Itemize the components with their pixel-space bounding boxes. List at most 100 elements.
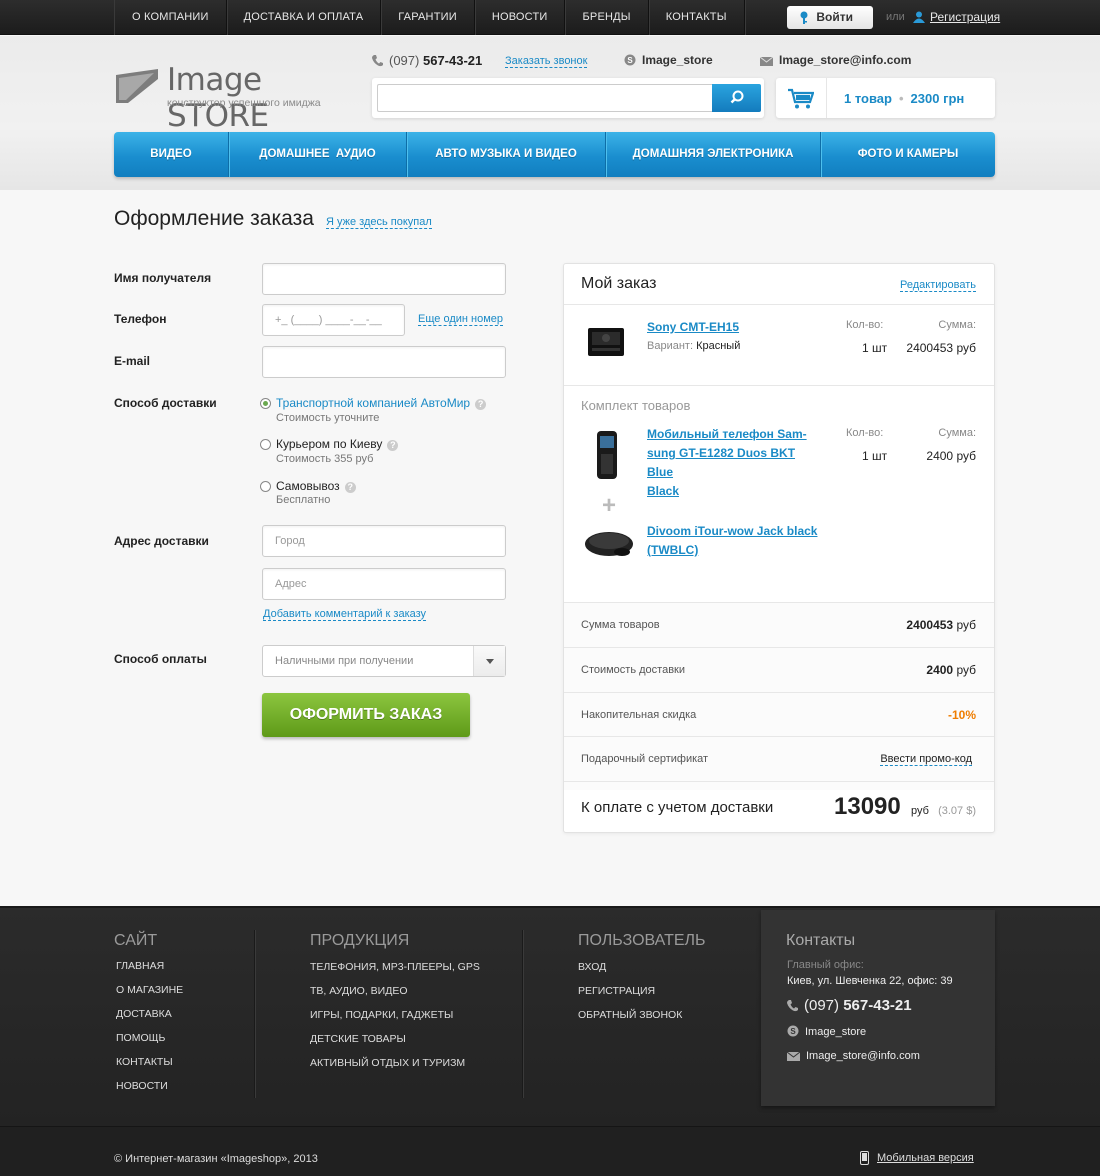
menu-item-home-electronics[interactable]: ДОМАШНЯЯ ЭЛЕКТРОНИКА <box>606 132 821 177</box>
footer-phone: (097) 567-43-21 <box>787 997 912 1014</box>
footer-products-title: ПРОДУКЦИЯ <box>310 932 410 949</box>
footer-divider <box>522 930 523 1098</box>
help-icon[interactable]: ? <box>387 440 399 451</box>
discount-label: Накопительная скидка <box>581 709 697 721</box>
mobile-icon <box>860 1151 869 1165</box>
top-nav-delivery[interactable]: ДОСТАВКА И ОПЛАТА <box>227 0 382 35</box>
office-address: Киев, ул. Шевченка 22, офис: 39 <box>787 975 953 987</box>
search-icon <box>730 90 744 104</box>
delivery-radio-automir[interactable] <box>260 398 271 409</box>
footer-link-news[interactable]: НОВОСТИ <box>116 1080 168 1092</box>
grand-total-label: К оплате с учетом доставки <box>581 799 774 816</box>
search-input[interactable] <box>377 84 713 112</box>
delivery-cost-label: Стоимость доставки <box>581 664 685 676</box>
skype-icon: S <box>787 1025 799 1037</box>
help-icon[interactable]: ? <box>344 482 356 493</box>
footer-link-tv[interactable]: ТВ, АУДИО, ВИДЕО <box>310 985 407 997</box>
city-field[interactable]: Город <box>262 525 506 557</box>
top-nav-news[interactable]: НОВОСТИ <box>475 0 566 35</box>
bundle-qty: 1 шт <box>862 449 888 463</box>
delivery-option-automir-sub: Стоимость уточните <box>276 412 380 424</box>
product-image-speaker[interactable] <box>584 528 634 562</box>
product-image-sony[interactable] <box>586 326 626 358</box>
delivery-radio-courier[interactable] <box>260 439 271 450</box>
phone-field[interactable]: +_ (____) ____-__-__ <box>262 304 405 336</box>
top-nav-warranty[interactable]: ГАРАНТИИ <box>381 0 475 35</box>
footer-link-home[interactable]: ГЛАВНАЯ <box>116 960 164 972</box>
delivery-cost-number: 2400 <box>926 663 954 677</box>
main-menu: ВИДЕО ДОМАШНЕЕ АУДИО АВТО МУЗЫКА И ВИДЕО… <box>114 132 995 177</box>
menu-item-car-audio[interactable]: АВТО МУЗЫКА И ВИДЕО <box>407 132 606 177</box>
delivery-option-automir[interactable]: Транспортной компанией АвтоМир? <box>276 396 487 410</box>
footer-contacts-title: Контакты <box>786 932 856 949</box>
top-nav-brands[interactable]: БРЕНДЫ <box>565 0 649 35</box>
add-phone-link[interactable]: Еще один номер <box>418 313 503 326</box>
copyright: © Интернет-магазин «Imageshop», 2013 <box>114 1153 318 1165</box>
top-nav-contacts[interactable]: КОНТАКТЫ <box>649 0 745 35</box>
callback-link[interactable]: Заказать звонок <box>505 55 588 68</box>
register-link[interactable]: Регистрация <box>912 10 1000 24</box>
footer-link-login[interactable]: ВХОД <box>578 961 606 973</box>
search-button[interactable] <box>712 84 761 112</box>
footer-link-delivery[interactable]: ДОСТАВКА <box>116 1008 172 1020</box>
grand-total-currency: руб <box>911 805 929 817</box>
register-label: Регистрация <box>930 10 1001 24</box>
search-box <box>372 78 764 118</box>
mobile-version-link[interactable]: Мобильная версия <box>860 1151 974 1165</box>
svg-text:S: S <box>790 1027 796 1036</box>
footer-link-help[interactable]: ПОМОЩЬ <box>116 1032 165 1044</box>
top-nav-about[interactable]: О КОМПАНИИ <box>115 0 227 35</box>
footer-link-telephony[interactable]: ТЕЛЕФОНИЯ, MP3-ПЛЕЕРЫ, GPS <box>310 961 480 973</box>
menu-item-video[interactable]: ВИДЕО <box>114 132 229 177</box>
cart-widget[interactable]: 1 товар • 2300 грн <box>776 78 995 118</box>
currency: руб <box>956 618 976 632</box>
footer-phone-number: 567-43-21 <box>843 997 912 1014</box>
mail-icon <box>787 1052 800 1061</box>
already-bought-link[interactable]: Я уже здесь покупал <box>326 216 432 229</box>
footer-link-callback[interactable]: ОБРАТНЫЙ ЗВОНОК <box>578 1009 682 1021</box>
footer-link-register[interactable]: РЕГИСТРАЦИЯ <box>578 985 655 997</box>
footer-divider <box>254 930 255 1098</box>
menu-item-photo[interactable]: ФОТО И КАМЕРЫ <box>821 132 995 177</box>
page-title: Оформление заказа <box>114 207 314 230</box>
variant-row: Вариант: Красный <box>647 340 740 352</box>
bundle-sum-value: 2400 <box>926 449 954 463</box>
delivery-option-courier[interactable]: Курьером по Киеву? <box>276 437 399 451</box>
chevron-down-icon[interactable] <box>473 646 505 676</box>
product-image-phone[interactable] <box>596 430 618 480</box>
payment-value: Наличными при получении <box>275 655 414 667</box>
submit-order-button[interactable]: ОФОРМИТЬ ЗАКАЗ <box>262 693 470 737</box>
product-name-samsung[interactable]: Мобильный телефон Sam-sung GT-E1282 Duos… <box>647 425 817 501</box>
help-icon[interactable]: ? <box>475 399 487 410</box>
main-item-sum-value: 2400453 <box>906 341 954 355</box>
delivery-radio-pickup[interactable] <box>260 481 271 492</box>
footer-phone-code: (097) <box>804 997 840 1014</box>
footer-link-games[interactable]: ИГРЫ, ПОДАРКИ, ГАДЖЕТЫ <box>310 1009 453 1021</box>
payment-select[interactable]: Наличными при получении <box>262 645 506 677</box>
add-comment-link[interactable]: Добавить комментарий к заказу <box>263 608 427 621</box>
login-button[interactable]: Войти <box>787 6 873 29</box>
mail-icon <box>760 57 773 66</box>
menu-item-home-audio[interactable]: ДОМАШНЕЕ АУДИО <box>229 132 407 177</box>
divider <box>564 385 994 386</box>
delivery-option-automir-label: Транспортной компанией АвтоМир <box>276 396 471 410</box>
footer-link-kids[interactable]: ДЕТСКИЕ ТОВАРЫ <box>310 1033 406 1045</box>
product-name-divoom[interactable]: Divoom iTour-wow Jack black (TWBLC) <box>647 522 817 560</box>
footer-contacts: Контакты Главный офис: Киев, ул. Шевченк… <box>761 910 995 1106</box>
footer-link-outdoor[interactable]: АКТИВНЫЙ ОТДЫХ И ТУРИЗМ <box>310 1057 465 1069</box>
delivery-option-pickup[interactable]: Самовывоз? <box>276 479 356 493</box>
bottom-bar: © Интернет-магазин «Imageshop», 2013 Моб… <box>0 1126 1100 1176</box>
bundle-sum: 2400 руб <box>926 449 976 463</box>
grand-total-usd: (3.07 $) <box>938 805 976 817</box>
logo[interactable]: Image STORE конструктор успешного имиджа <box>114 62 344 134</box>
email-address: Image_store@info.com <box>779 53 912 67</box>
product-name-sony[interactable]: Sony CMT-EH15 <box>647 318 739 337</box>
edit-order-link[interactable]: Редактировать <box>900 279 976 292</box>
promo-code-link[interactable]: Ввести промо-код <box>880 753 972 766</box>
phone-icon <box>372 55 383 67</box>
address-field[interactable]: Адрес <box>262 568 506 600</box>
footer-link-contacts[interactable]: КОНТАКТЫ <box>116 1056 173 1068</box>
name-field[interactable] <box>262 263 506 295</box>
footer-link-about[interactable]: О МАГАЗИНЕ <box>116 984 183 996</box>
email-field[interactable] <box>262 346 506 378</box>
